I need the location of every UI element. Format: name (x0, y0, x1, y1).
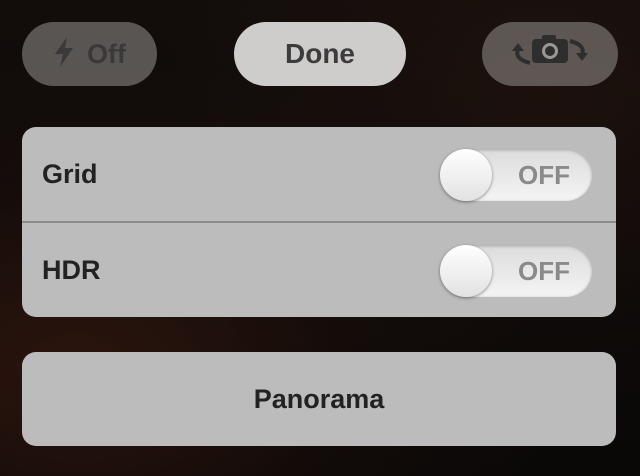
hdr-label: HDR (42, 255, 101, 285)
panorama-button[interactable]: Panorama (22, 352, 616, 446)
switch-camera-button[interactable] (482, 22, 618, 86)
grid-toggle-state: OFF (518, 160, 570, 190)
flash-button[interactable]: Off (22, 22, 157, 86)
hdr-toggle-knob (440, 245, 492, 297)
grid-toggle-knob (440, 149, 492, 201)
hdr-toggle-state: OFF (518, 256, 570, 286)
done-button-label: Done (285, 38, 355, 69)
hdr-setting-row: HDR OFF (22, 223, 616, 317)
lightning-bolt-icon (53, 36, 75, 72)
panorama-label: Panorama (253, 383, 385, 414)
grid-setting-row: Grid OFF (22, 127, 616, 221)
hdr-toggle[interactable]: OFF (440, 245, 592, 297)
done-button[interactable]: Done (234, 22, 406, 86)
grid-label: Grid (42, 159, 98, 189)
flash-mode-label: Off (87, 38, 126, 69)
camera-switch-icon (504, 29, 596, 80)
camera-options-panel: Grid OFF HDR OFF (22, 127, 616, 317)
grid-toggle[interactable]: OFF (440, 149, 592, 201)
